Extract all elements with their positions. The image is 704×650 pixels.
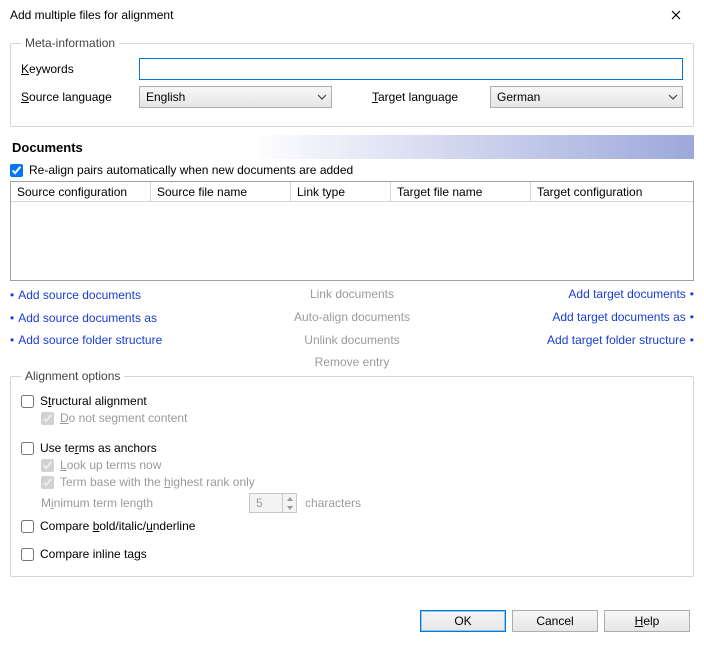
cancel-button[interactable]: Cancel bbox=[512, 610, 598, 632]
keywords-input[interactable] bbox=[139, 58, 683, 80]
alignment-options-legend: Alignment options bbox=[21, 369, 124, 383]
spinner-up-button bbox=[283, 494, 296, 503]
document-actions: Add source documents Link documents Add … bbox=[10, 287, 694, 369]
meta-legend: Meta-information bbox=[21, 36, 119, 50]
keywords-label: Keywords bbox=[21, 62, 139, 76]
close-button[interactable] bbox=[656, 3, 696, 27]
unlink-documents-link: Unlink documents bbox=[304, 333, 399, 347]
termbase-highest-checkbox bbox=[41, 476, 54, 489]
source-language-select[interactable]: English bbox=[139, 86, 332, 108]
add-source-folder-link[interactable]: Add source folder structure bbox=[10, 333, 162, 347]
close-icon bbox=[671, 10, 681, 20]
chevron-down-icon bbox=[668, 92, 678, 102]
source-language-label: Source language bbox=[21, 90, 139, 104]
min-term-length-spinner: 5 bbox=[249, 493, 297, 513]
min-term-length-label: Minimum term length bbox=[41, 496, 241, 510]
target-language-select[interactable]: German bbox=[490, 86, 683, 108]
add-target-documents-as-link[interactable]: Add target documents as bbox=[552, 310, 694, 324]
chevron-down-icon bbox=[317, 92, 327, 102]
documents-table: Source configuration Source file name Li… bbox=[10, 181, 694, 281]
use-terms-checkbox[interactable] bbox=[21, 442, 34, 455]
chevron-up-icon bbox=[287, 497, 293, 501]
do-not-segment-checkbox bbox=[41, 412, 54, 425]
title-bar: Add multiple files for alignment bbox=[0, 0, 704, 30]
termbase-highest-label: Term base with the highest rank only bbox=[60, 475, 255, 489]
add-target-documents-link[interactable]: Add target documents bbox=[568, 287, 694, 301]
col-link-type[interactable]: Link type bbox=[291, 182, 391, 201]
window-title: Add multiple files for alignment bbox=[10, 8, 173, 22]
target-language-label: Target language bbox=[372, 90, 490, 104]
min-term-length-suffix: characters bbox=[305, 496, 361, 510]
compare-biu-checkbox[interactable] bbox=[21, 520, 34, 533]
add-target-folder-link[interactable]: Add target folder structure bbox=[547, 333, 694, 347]
col-source-config[interactable]: Source configuration bbox=[11, 182, 151, 201]
lookup-terms-checkbox bbox=[41, 459, 54, 472]
col-target-file[interactable]: Target file name bbox=[391, 182, 531, 201]
do-not-segment-label: Do not segment content bbox=[60, 411, 187, 425]
documents-heading-bar: Documents bbox=[10, 135, 694, 159]
auto-align-documents-link: Auto-align documents bbox=[294, 310, 410, 324]
structural-alignment-checkbox[interactable] bbox=[21, 395, 34, 408]
structural-alignment-label: Structural alignment bbox=[40, 394, 147, 408]
realign-label: Re-align pairs automatically when new do… bbox=[29, 163, 353, 177]
chevron-down-icon bbox=[287, 506, 293, 510]
compare-biu-label: Compare bold/italic/underline bbox=[40, 519, 195, 533]
remove-entry-link: Remove entry bbox=[315, 355, 390, 369]
target-language-value: German bbox=[497, 90, 540, 104]
meta-information-group: Meta-information Keywords Source languag… bbox=[10, 36, 694, 127]
col-target-config[interactable]: Target configuration bbox=[531, 182, 693, 201]
ok-button[interactable]: OK bbox=[420, 610, 506, 632]
min-term-length-value: 5 bbox=[256, 496, 263, 510]
compare-inline-checkbox[interactable] bbox=[21, 548, 34, 561]
compare-inline-label: Compare inline tags bbox=[40, 547, 147, 561]
alignment-options-group: Alignment options Structural alignment D… bbox=[10, 369, 694, 577]
add-source-documents-link[interactable]: Add source documents bbox=[10, 288, 141, 302]
source-language-value: English bbox=[146, 90, 185, 104]
col-source-file[interactable]: Source file name bbox=[151, 182, 291, 201]
help-button[interactable]: Help bbox=[604, 610, 690, 632]
add-source-documents-as-link[interactable]: Add source documents as bbox=[10, 311, 157, 325]
dialog-button-row: OK Cancel Help bbox=[410, 600, 700, 642]
spinner-down-button bbox=[283, 503, 296, 512]
link-documents-link: Link documents bbox=[310, 287, 394, 301]
use-terms-label: Use terms as anchors bbox=[40, 441, 157, 455]
documents-heading: Documents bbox=[12, 140, 83, 155]
realign-checkbox[interactable] bbox=[10, 164, 23, 177]
table-header-row: Source configuration Source file name Li… bbox=[11, 182, 693, 202]
lookup-terms-label: Look up terms now bbox=[60, 458, 161, 472]
realign-checkbox-row: Re-align pairs automatically when new do… bbox=[10, 163, 694, 177]
